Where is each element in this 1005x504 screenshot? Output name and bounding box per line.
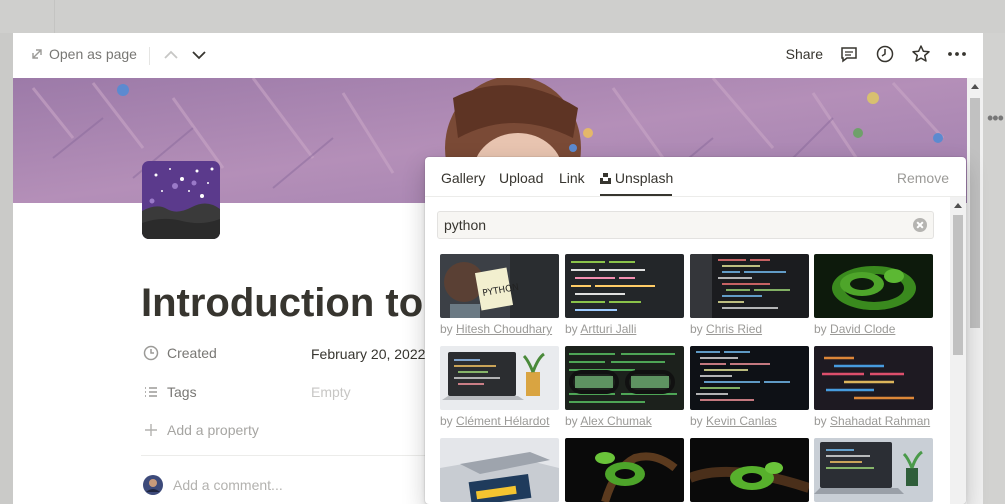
photo-tile[interactable] <box>814 438 933 502</box>
photo-tile[interactable]: by Chris Ried <box>690 254 809 336</box>
scrollbar-thumb[interactable] <box>953 215 963 355</box>
background-more-icon: ••• <box>987 108 1004 128</box>
add-property-label: Add a property <box>167 422 259 438</box>
peek-scrollbar[interactable] <box>967 78 983 504</box>
photo-credit: by Alex Chumak <box>565 414 652 428</box>
property-label: Created <box>167 345 217 361</box>
photo-thumbnail <box>565 346 684 410</box>
author-link[interactable]: Alex Chumak <box>580 414 651 428</box>
comment-input[interactable]: Add a comment... <box>143 475 283 495</box>
photo-tile[interactable]: by Kevin Canlas <box>690 346 809 428</box>
author-link[interactable]: Clément Hélardot <box>456 414 549 428</box>
chevron-up-icon[interactable] <box>161 45 181 65</box>
photo-tile[interactable]: by Alex Chumak <box>565 346 684 428</box>
created-value: February 20, 2022 <box>311 346 426 362</box>
open-as-page-button[interactable]: Open as page <box>31 46 137 62</box>
cover-picker-popover: Gallery Upload Link Unsplash Remove PYTH… <box>425 157 966 504</box>
unsplash-icon <box>600 173 611 184</box>
unsplash-search <box>437 211 934 239</box>
history-clock-icon[interactable] <box>875 44 895 64</box>
photo-credit: by Shahadat Rahman <box>814 414 931 428</box>
remove-cover-button[interactable]: Remove <box>897 170 949 186</box>
cover-picker-tabs: Gallery Upload Link Unsplash Remove <box>425 157 966 197</box>
comment-divider <box>141 455 441 456</box>
photo-tile[interactable] <box>440 438 559 502</box>
photo-thumbnail: PYTHON <box>440 254 559 318</box>
header-actions: Share <box>786 44 967 64</box>
photo-credit: by Hitesh Choudhary <box>440 322 553 336</box>
comment-placeholder: Add a comment... <box>173 477 283 493</box>
photo-thumbnail <box>565 254 684 318</box>
photo-credit: by Chris Ried <box>690 322 763 336</box>
avatar <box>143 475 163 495</box>
photo-thumbnail <box>690 346 809 410</box>
photo-tile[interactable]: by Shahadat Rahman <box>814 346 933 428</box>
property-created[interactable]: Created <box>143 345 217 361</box>
scroll-up-arrow[interactable] <box>971 84 979 89</box>
tags-value[interactable]: Empty <box>311 384 351 400</box>
clear-icon[interactable] <box>913 218 927 232</box>
peek-header: Open as page Share <box>13 33 983 78</box>
active-tab-indicator <box>600 194 672 196</box>
share-button[interactable]: Share <box>786 46 823 62</box>
photo-credit: by Clément Hélardot <box>440 414 550 428</box>
search-input[interactable] <box>438 212 898 238</box>
author-link[interactable]: Kevin Canlas <box>706 414 777 428</box>
photo-thumbnail <box>690 438 809 502</box>
open-as-page-label: Open as page <box>49 46 137 62</box>
photo-thumbnail <box>440 346 559 410</box>
star-icon[interactable] <box>911 44 931 64</box>
author-link[interactable]: Shahadat Rahman <box>830 414 930 428</box>
author-link[interactable]: Hitesh Choudhary <box>456 322 552 336</box>
author-link[interactable]: Chris Ried <box>706 322 762 336</box>
tab-upload[interactable]: Upload <box>499 170 543 186</box>
plus-icon <box>145 424 157 436</box>
tab-gallery[interactable]: Gallery <box>441 170 485 186</box>
chevron-down-icon[interactable] <box>189 45 209 65</box>
background-right-strip <box>983 33 1005 504</box>
list-icon <box>145 387 157 397</box>
page-title[interactable]: Introduction to <box>141 281 423 326</box>
background-left-strip <box>0 33 13 504</box>
photo-thumbnail <box>814 254 933 318</box>
photo-tile[interactable] <box>565 438 684 502</box>
photo-tile[interactable] <box>690 438 809 502</box>
author-link[interactable]: David Clode <box>830 322 895 336</box>
scrollbar-thumb[interactable] <box>970 98 980 328</box>
photo-credit: by Kevin Canlas <box>690 414 777 428</box>
property-tags[interactable]: Tags <box>143 384 197 400</box>
photo-credit: by David Clode <box>814 322 896 336</box>
scroll-up-arrow[interactable] <box>954 203 962 208</box>
page-icon[interactable] <box>142 161 220 239</box>
background-divider <box>54 0 55 33</box>
photo-thumbnail <box>814 438 933 502</box>
comment-icon[interactable] <box>839 44 859 64</box>
tab-link[interactable]: Link <box>559 170 585 186</box>
author-link[interactable]: Artturi Jalli <box>580 322 636 336</box>
photo-thumbnail <box>565 438 684 502</box>
more-options-icon[interactable] <box>947 44 967 64</box>
photo-thumbnail <box>814 346 933 410</box>
clock-icon <box>143 345 159 361</box>
photo-credit: by Artturi Jalli <box>565 322 637 336</box>
popover-scrollbar[interactable] <box>950 197 966 504</box>
photo-tile[interactable]: by Artturi Jalli <box>565 254 684 336</box>
tab-unsplash-label: Unsplash <box>614 170 674 186</box>
photo-thumbnail <box>690 254 809 318</box>
property-label: Tags <box>167 384 197 400</box>
tab-unsplash[interactable]: Unsplash <box>600 170 673 186</box>
photo-tile[interactable]: by David Clode <box>814 254 933 336</box>
photo-tile[interactable]: by Clément Hélardot <box>440 346 559 428</box>
add-property-button[interactable]: Add a property <box>143 422 259 438</box>
expand-icon <box>32 49 42 59</box>
photo-thumbnail <box>440 438 559 502</box>
header-divider <box>149 47 150 65</box>
background-topbar <box>0 0 1005 33</box>
photo-tile[interactable]: PYTHON by Hitesh Choudhary <box>440 254 559 336</box>
